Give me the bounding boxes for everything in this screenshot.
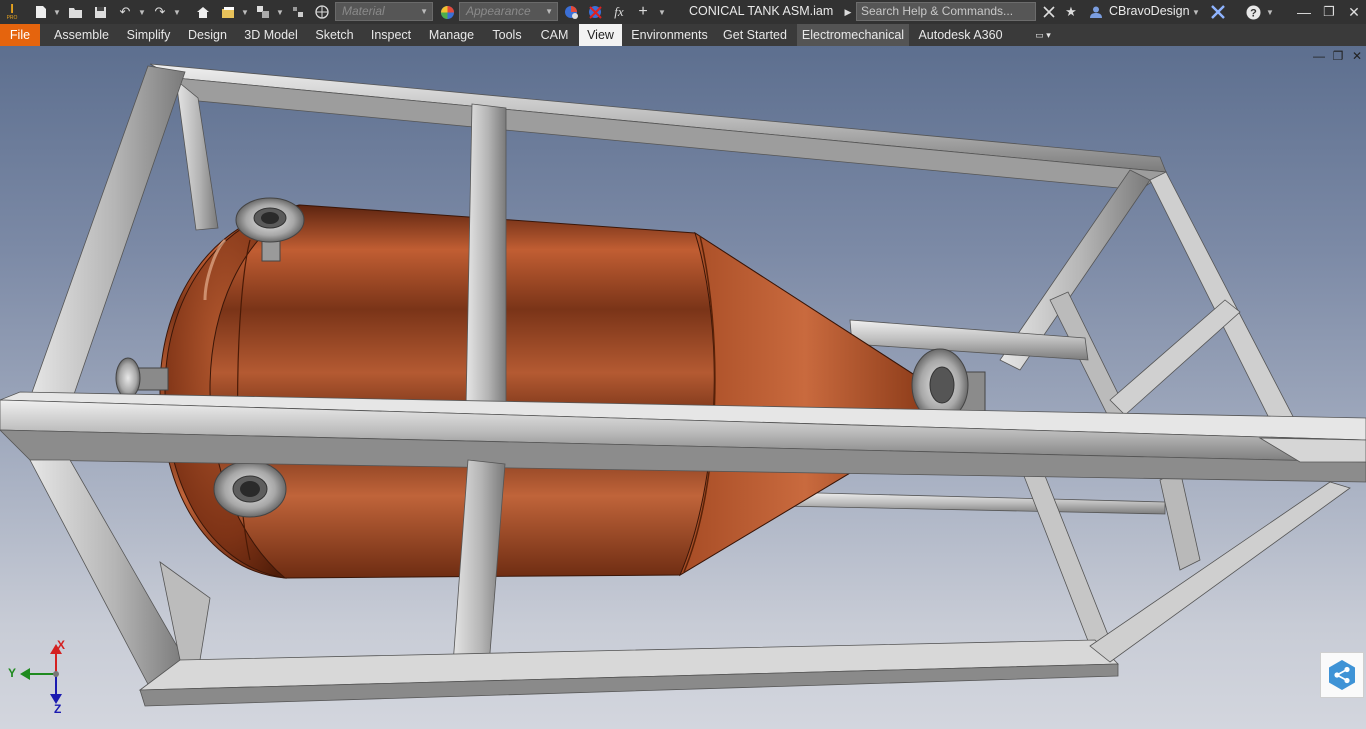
fx-label: fx bbox=[614, 4, 624, 19]
ribbon-tab-bar: File Assemble Simplify Design 3D Model S… bbox=[0, 24, 1366, 46]
app-logo[interactable]: I PRO bbox=[2, 2, 22, 22]
tab-3d-model[interactable]: 3D Model bbox=[239, 24, 303, 46]
help-dropdown-icon[interactable]: ▼ bbox=[1265, 2, 1275, 22]
adjust-appearance-icon[interactable] bbox=[562, 2, 580, 22]
appearance-icon[interactable] bbox=[438, 2, 456, 22]
share-icon bbox=[1329, 660, 1355, 690]
chevron-down-icon: ▼ bbox=[545, 7, 553, 16]
update-icon[interactable] bbox=[289, 2, 307, 22]
project-dropdown-icon[interactable]: ▼ bbox=[240, 2, 250, 22]
tab-file[interactable]: File bbox=[0, 24, 40, 46]
star-icon[interactable]: ★ bbox=[1062, 2, 1080, 22]
tab-design[interactable]: Design bbox=[182, 24, 233, 46]
graphics-viewport[interactable]: — ❐ ✕ X Y Z bbox=[0, 46, 1366, 729]
viewport-restore-icon[interactable]: ❐ bbox=[1331, 49, 1345, 63]
new-file-icon[interactable] bbox=[32, 2, 50, 22]
viewport-close-icon[interactable]: ✕ bbox=[1350, 49, 1364, 63]
globe-icon[interactable] bbox=[313, 2, 331, 22]
nozzle-front[interactable] bbox=[213, 460, 287, 518]
user-icon[interactable] bbox=[1087, 2, 1105, 22]
app-logo-letter: I bbox=[10, 1, 14, 16]
user-name[interactable]: CBravoDesign bbox=[1109, 4, 1190, 18]
share-view-button[interactable] bbox=[1320, 652, 1364, 698]
open-folder-icon[interactable] bbox=[66, 2, 84, 22]
svg-text:?: ? bbox=[1250, 7, 1257, 19]
search-binoculars-icon[interactable] bbox=[1040, 2, 1058, 22]
customize-dropdown-icon[interactable]: ▼ bbox=[656, 2, 668, 22]
user-dropdown-icon[interactable]: ▼ bbox=[1190, 2, 1202, 22]
select-filter-icon[interactable] bbox=[254, 2, 272, 22]
appearance-placeholder: Appearance bbox=[466, 4, 531, 18]
redo-dropdown-icon[interactable]: ▼ bbox=[172, 2, 182, 22]
tab-manage[interactable]: Manage bbox=[422, 24, 481, 46]
tab-get-started[interactable]: Get Started bbox=[718, 24, 792, 46]
assembly-model[interactable] bbox=[0, 46, 1366, 729]
z-axis-label: Z bbox=[54, 702, 62, 716]
clear-appearance-icon[interactable] bbox=[586, 2, 604, 22]
restore-window-icon[interactable]: ❐ bbox=[1316, 0, 1342, 24]
ribbon-display-toggle-icon[interactable]: ▭ ▾ bbox=[1028, 24, 1058, 46]
tab-sketch[interactable]: Sketch bbox=[309, 24, 360, 46]
save-icon[interactable] bbox=[91, 2, 109, 22]
tab-electromechanical[interactable]: Electromechanical bbox=[797, 24, 909, 46]
tab-view[interactable]: View bbox=[579, 24, 622, 46]
tab-inspect[interactable]: Inspect bbox=[365, 24, 417, 46]
minimize-window-icon[interactable]: — bbox=[1291, 0, 1317, 24]
viewport-minimize-icon[interactable]: — bbox=[1312, 49, 1326, 63]
project-icon[interactable] bbox=[219, 2, 237, 22]
material-placeholder: Material bbox=[342, 4, 385, 18]
home-icon[interactable] bbox=[194, 2, 212, 22]
search-input[interactable]: Search Help & Commands... bbox=[856, 2, 1036, 21]
x-axis-label: X bbox=[57, 638, 66, 652]
tab-cam[interactable]: CAM bbox=[534, 24, 575, 46]
add-icon[interactable]: + bbox=[634, 2, 652, 22]
select-dropdown-icon[interactable]: ▼ bbox=[275, 2, 285, 22]
help-icon[interactable]: ? bbox=[1244, 2, 1262, 22]
tab-assemble[interactable]: Assemble bbox=[48, 24, 115, 46]
y-axis-label: Y bbox=[8, 666, 17, 680]
title-bar: I PRO ▼ ↶ ▼ ↷ ▼ ▼ ▼ Material ▼ Appearanc… bbox=[0, 0, 1366, 24]
appearance-select[interactable]: Appearance ▼ bbox=[459, 2, 558, 21]
chevron-down-icon: ▼ bbox=[420, 7, 428, 16]
parameters-fx-icon[interactable]: fx bbox=[610, 2, 628, 22]
material-select[interactable]: Material ▼ bbox=[335, 2, 433, 21]
tab-autodesk-a360[interactable]: Autodesk A360 bbox=[915, 24, 1006, 46]
document-title: CONICAL TANK ASM.iam bbox=[689, 4, 834, 18]
tab-environments[interactable]: Environments bbox=[627, 24, 712, 46]
tab-simplify[interactable]: Simplify bbox=[120, 24, 177, 46]
exchange-apps-icon[interactable] bbox=[1209, 2, 1227, 22]
redo-icon[interactable]: ↷ bbox=[151, 2, 169, 22]
axis-triad: X Y Z bbox=[6, 638, 76, 716]
app-logo-sub: PRO bbox=[6, 15, 18, 21]
undo-icon[interactable]: ↶ bbox=[116, 2, 134, 22]
close-window-icon[interactable]: ✕ bbox=[1341, 0, 1366, 24]
undo-dropdown-icon[interactable]: ▼ bbox=[137, 2, 147, 22]
tab-tools[interactable]: Tools bbox=[486, 24, 528, 46]
new-dropdown-icon[interactable]: ▼ bbox=[52, 2, 62, 22]
chevron-right-icon[interactable]: ▶ bbox=[842, 2, 854, 22]
